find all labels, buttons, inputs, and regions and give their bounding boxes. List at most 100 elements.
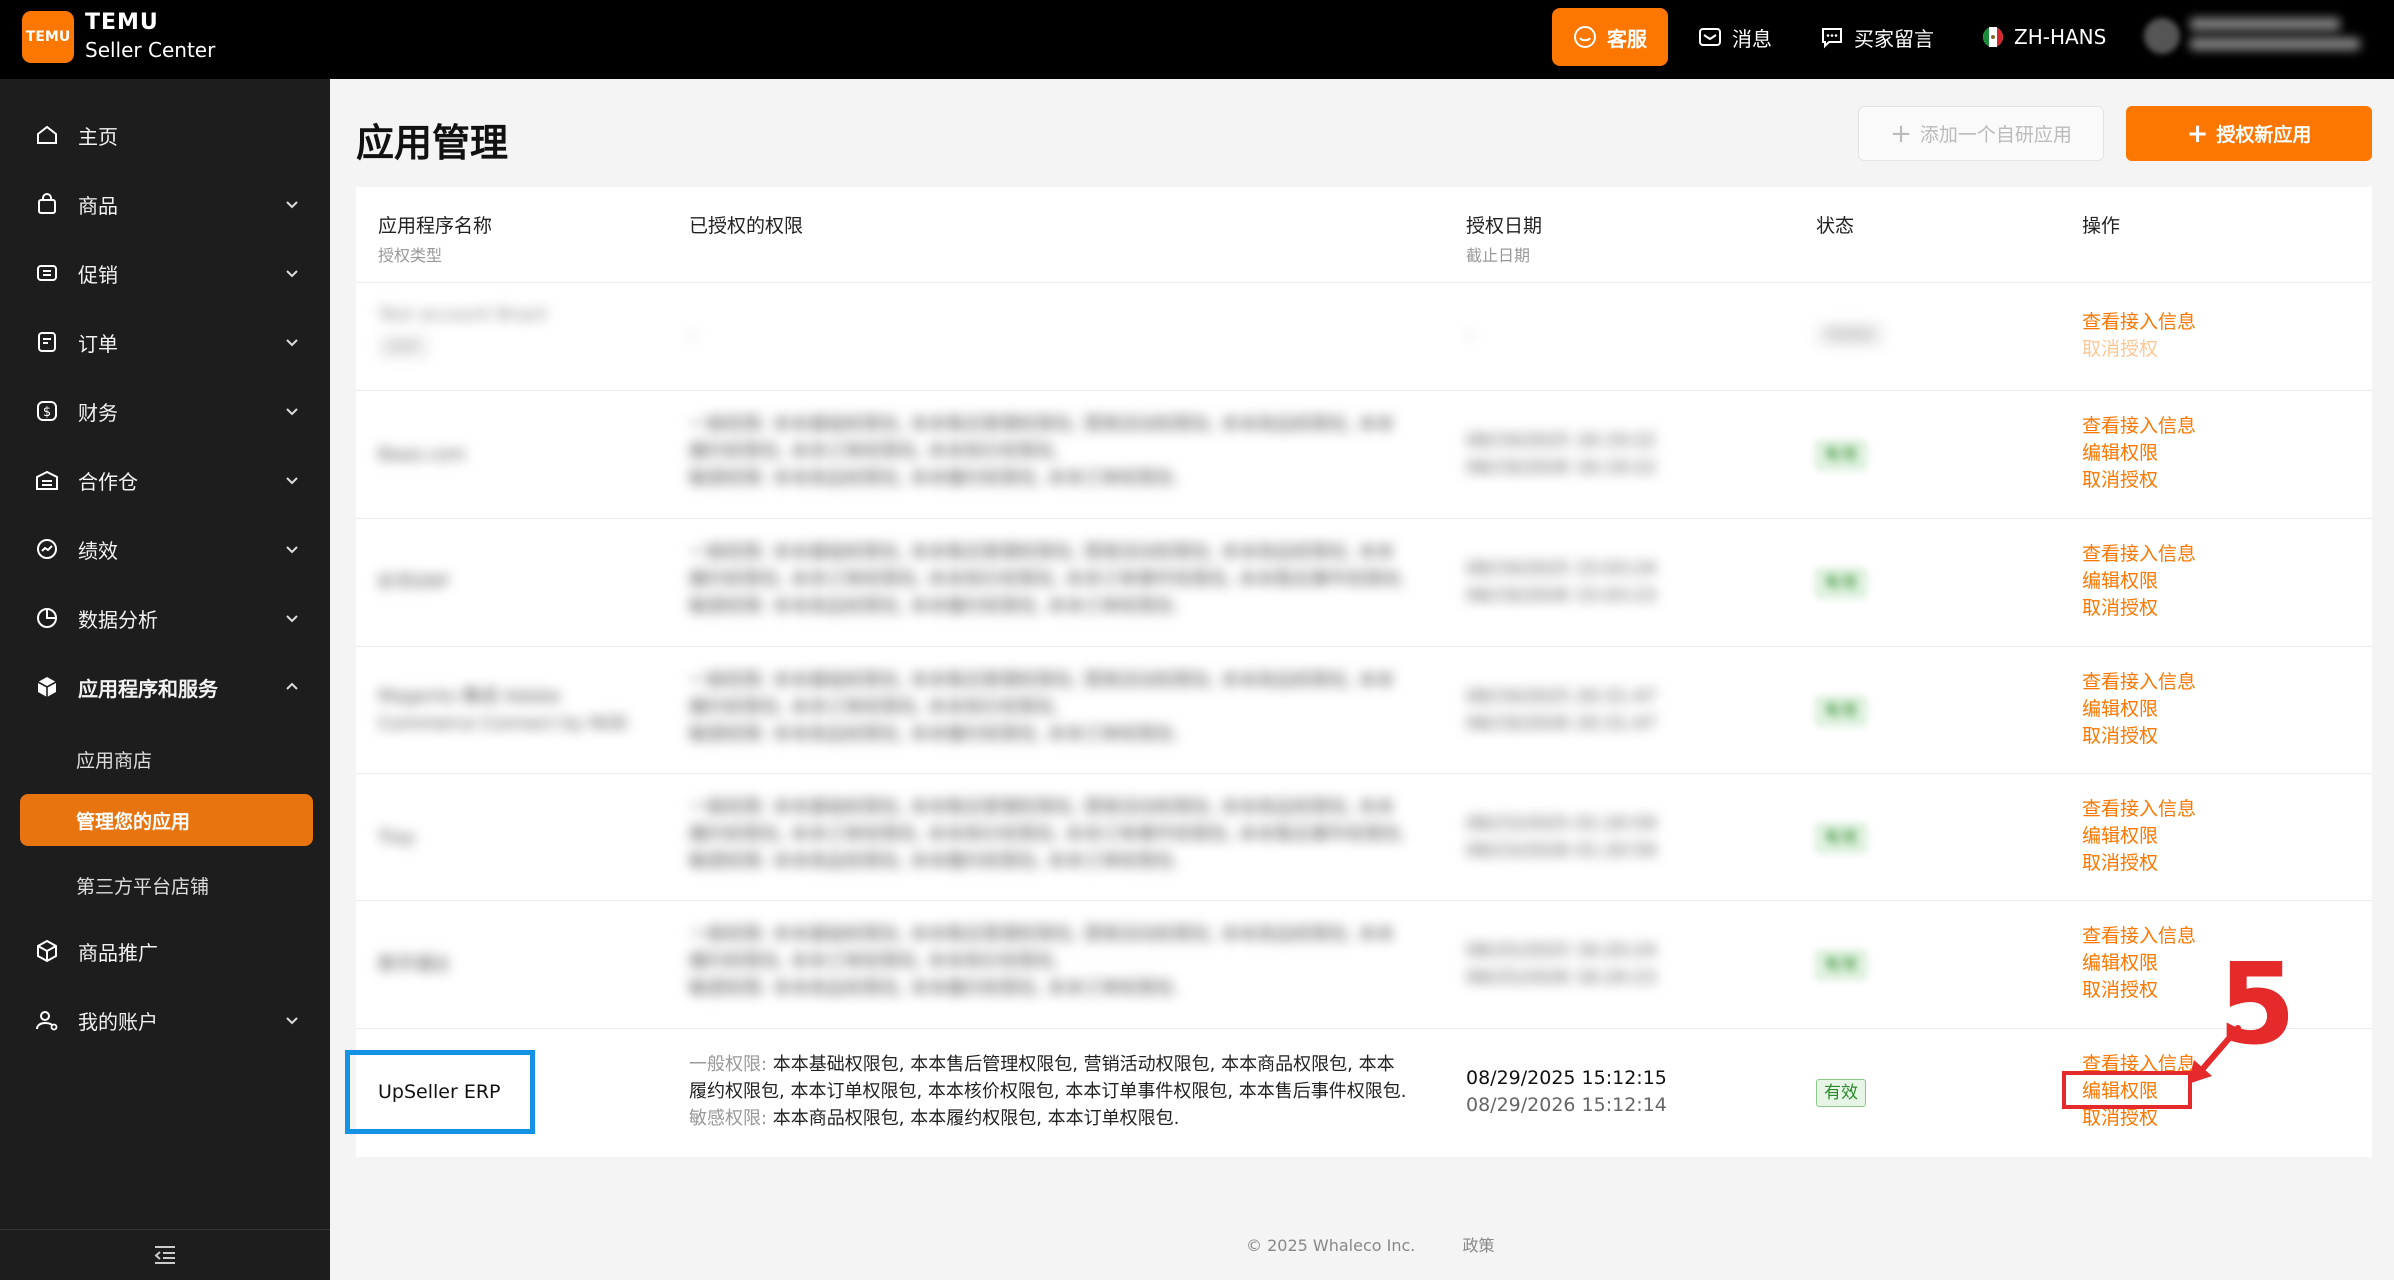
chevron-down-icon xyxy=(286,1017,298,1025)
view-access-info-link[interactable]: 查看接入信息 xyxy=(2082,923,2196,950)
app-name: Base.com xyxy=(378,444,466,465)
sidebar-item-home[interactable]: 主页 xyxy=(0,107,330,163)
status-badge: 待授权 xyxy=(1816,321,1885,348)
performance-icon xyxy=(34,536,60,562)
policy-link[interactable]: 政策 xyxy=(1462,1236,1494,1255)
collapse-menu-icon xyxy=(154,1246,175,1264)
dates: 08/25/2025 16:20:24 08/25/2026 16:20:23 xyxy=(1466,940,1657,988)
row-actions: 查看接入信息 编辑权限 取消授权 xyxy=(2082,923,2196,1004)
column-header-status: 状态 xyxy=(1816,215,1855,237)
brand-subtitle: Seller Center xyxy=(85,38,216,62)
cancel-authorization-link[interactable]: 取消授权 xyxy=(2082,850,2196,877)
sidebar-subitem-third-party-stores[interactable]: 第三方平台店铺 xyxy=(76,872,209,899)
chat-icon xyxy=(1822,28,1842,49)
dollar-icon: $ xyxy=(34,398,60,424)
user-gear-icon xyxy=(34,1007,60,1033)
table-row: 妙手ERP 一般权限: 本本基础权限包, 本本售后管理权限包, 营销活动权限包,… xyxy=(356,518,2372,646)
view-access-info-link[interactable]: 查看接入信息 xyxy=(2082,541,2196,568)
plus-icon: + xyxy=(1890,118,1912,149)
status-badge: 有效 xyxy=(1816,441,1866,469)
sidebar-item-promotion-ads[interactable]: 商品推广 xyxy=(0,923,330,979)
dates: 08/23/2025 01:20:59 08/23/2026 01:20:59 xyxy=(1466,813,1657,861)
sidebar-item-apps-services[interactable]: 应用程序和服务 xyxy=(0,659,330,715)
auth-type-badge: ERP xyxy=(378,333,429,360)
chevron-up-icon xyxy=(286,682,298,690)
customer-service-button[interactable]: 客服 xyxy=(1552,8,1668,66)
cancel-authorization-link[interactable]: 取消授权 xyxy=(2082,977,2196,1004)
collapse-sidebar-button[interactable] xyxy=(0,1229,330,1280)
dates: 08/29/2025 15:12:15 08/29/2026 15:12:14 xyxy=(1466,1067,1667,1116)
sidebar-item-products[interactable]: 商品 xyxy=(0,176,330,232)
sidebar-item-orders[interactable]: 订单 xyxy=(0,314,330,370)
cancel-authorization-link[interactable]: 取消授权 xyxy=(2082,336,2196,363)
mail-icon xyxy=(1699,28,1721,46)
dates: 08/19/2025 16:19:22 08/19/2026 16:19:22 xyxy=(1466,430,1657,478)
bag-icon xyxy=(34,191,60,217)
edit-permissions-link[interactable]: 编辑权限 xyxy=(2082,568,2196,595)
sidebar-subitem-manage-apps[interactable]: 管理您的应用 xyxy=(20,794,313,846)
sidebar: 主页 商品 促销 订单 $ 财务 合作仓 绩效 数据分析 应用程序和服务 应用商… xyxy=(0,79,330,1280)
avatar[interactable] xyxy=(2144,18,2180,54)
sidebar-subitem-app-store[interactable]: 应用商店 xyxy=(76,746,152,773)
status-badge: 有效 xyxy=(1816,697,1866,725)
view-access-info-link[interactable]: 查看接入信息 xyxy=(2082,796,2196,823)
top-bar: TEMU TEMU Seller Center 客服 消息 买家留言 ZH-HA… xyxy=(0,0,2394,79)
box-icon xyxy=(34,938,60,964)
copyright: © 2025 Whaleco Inc. xyxy=(1246,1236,1416,1255)
cancel-authorization-link[interactable]: 取消授权 xyxy=(2082,467,2196,494)
sidebar-item-analytics[interactable]: 数据分析 xyxy=(0,590,330,646)
chevron-down-icon xyxy=(286,339,298,347)
chevron-down-icon xyxy=(286,546,298,554)
highlight-box-edit-permissions xyxy=(2062,1071,2192,1109)
language-selector[interactable]: ZH-HANS xyxy=(1962,8,2126,66)
ticket-icon xyxy=(34,260,60,286)
chevron-down-icon xyxy=(286,615,298,623)
brand-title: TEMU xyxy=(85,10,159,35)
authorize-new-app-button[interactable]: + 授权新应用 xyxy=(2126,106,2372,161)
cancel-authorization-link[interactable]: 取消授权 xyxy=(2082,723,2196,750)
sidebar-item-promotions[interactable]: 促销 xyxy=(0,245,330,301)
sidebar-item-warehouse[interactable]: 合作仓 xyxy=(0,452,330,508)
table-row: Tray 一般权限: 本本基础权限包, 本本售后管理权限包, 营销活动权限包, … xyxy=(356,773,2372,900)
permissions: 一般权限: 本本基础权限包, 本本售后管理权限包, 营销活动权限包, 本本商品权… xyxy=(689,1054,1407,1129)
cancel-authorization-link[interactable]: 取消授权 xyxy=(2082,1105,2196,1132)
mexico-flag-icon xyxy=(1983,27,2003,47)
permissions: 一般权限: 本本基础权限包, 本本售后管理权限包, 营销活动权限包, 本本商品权… xyxy=(689,924,1395,999)
warehouse-icon xyxy=(34,467,60,493)
table-row: Magento 集成 Adobe Commerce Connect by NOE… xyxy=(356,646,2372,773)
status-badge: 有效 xyxy=(1816,569,1866,597)
account-info-blurred[interactable] xyxy=(2190,18,2360,58)
status-badge: 有效 xyxy=(1816,951,1866,979)
headset-icon xyxy=(1574,26,1596,48)
edit-permissions-link[interactable]: 编辑权限 xyxy=(2082,823,2196,850)
chevron-down-icon xyxy=(286,408,298,416)
sidebar-item-finance[interactable]: $ 财务 xyxy=(0,383,330,439)
edit-permissions-link[interactable]: 编辑权限 xyxy=(2082,440,2196,467)
add-own-app-button[interactable]: + 添加一个自研应用 xyxy=(1858,106,2104,161)
view-access-info-link[interactable]: 查看接入信息 xyxy=(2082,669,2196,696)
table-row: 数字通达 一般权限: 本本基础权限包, 本本售后管理权限包, 营销活动权限包, … xyxy=(356,900,2372,1028)
buyer-messages-button[interactable]: 买家留言 xyxy=(1800,8,1954,66)
row-actions: 查看接入信息 取消授权 xyxy=(2082,309,2196,363)
page-title: 应用管理 xyxy=(356,121,509,165)
view-access-info-link[interactable]: 查看接入信息 xyxy=(2082,309,2196,336)
permissions: 一般权限: 本本基础权限包, 本本售后管理权限包, 营销活动权限包, 本本商品权… xyxy=(689,670,1395,745)
view-access-info-link[interactable]: 查看接入信息 xyxy=(2082,413,2196,440)
app-name: Magento 集成 Adobe Commerce Connect by NOE xyxy=(378,686,629,734)
sidebar-item-performance[interactable]: 绩效 xyxy=(0,521,330,577)
svg-text:$: $ xyxy=(43,405,51,420)
chevron-down-icon xyxy=(286,270,298,278)
messages-button[interactable]: 消息 xyxy=(1678,8,1792,66)
temu-logo[interactable]: TEMU xyxy=(22,11,74,63)
status-badge: 有效 xyxy=(1816,1079,1866,1107)
row-actions: 查看接入信息 编辑权限 取消授权 xyxy=(2082,669,2196,750)
auth-date: - xyxy=(1466,324,1473,345)
dates: 08/19/2025 20:31:47 08/19/2026 20:31:47 xyxy=(1466,686,1657,734)
edit-permissions-link[interactable]: 编辑权限 xyxy=(2082,696,2196,723)
highlight-box-app-name xyxy=(345,1050,535,1134)
cube-icon xyxy=(34,674,60,700)
sidebar-item-my-account[interactable]: 我的账户 xyxy=(0,992,330,1048)
edit-permissions-link[interactable]: 编辑权限 xyxy=(2082,950,2196,977)
pie-chart-icon xyxy=(34,605,60,631)
cancel-authorization-link[interactable]: 取消授权 xyxy=(2082,595,2196,622)
